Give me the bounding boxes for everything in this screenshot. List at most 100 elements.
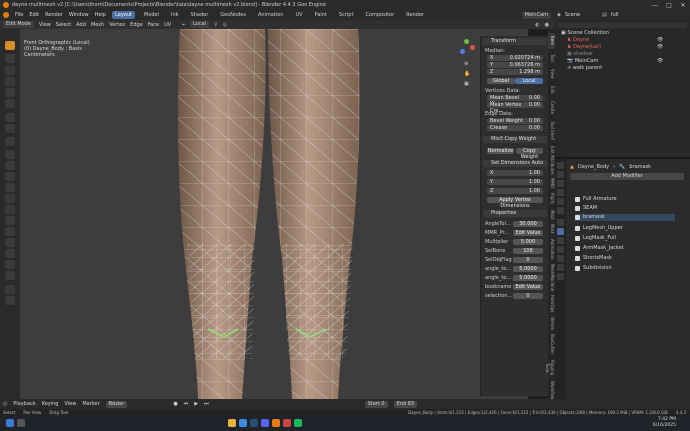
mode-selector[interactable]: Edit Mode [3,21,34,28]
multiplier-field[interactable]: 5.000 [513,239,543,245]
gizmo-y-axis[interactable] [464,39,469,44]
close-icon[interactable]: ✕ [676,0,690,10]
tab-mio3-b[interactable]: Mio3 [548,223,555,235]
timeline-keying[interactable]: Keying [42,401,59,407]
object-props-icon[interactable] [557,219,564,226]
tab-vertex[interactable]: Vertex [548,315,555,331]
menu-window[interactable]: Window [69,12,89,18]
add-modifier-button[interactable]: Add Modifier [570,173,684,180]
navigation-gizmo[interactable] [458,39,476,57]
snap-icon[interactable]: ⚲ [214,22,218,28]
timeline-view[interactable]: View [64,401,76,407]
camera-field[interactable]: MeinCam [521,11,551,19]
header-face[interactable]: Face [148,22,159,28]
tab-view[interactable]: View [548,67,555,81]
tab-edit-attributes[interactable]: Edit Attributes [548,145,555,175]
taskbar-clock[interactable]: 7:42 PM 6/16/2025 [653,417,676,429]
outliner-item-dayne-tail[interactable]: ♞ Dayne(tail) 👁 [567,44,690,51]
output-props-icon[interactable] [557,180,564,187]
outliner-item-shadow[interactable]: ▣ shadow [567,51,690,58]
modifier-expand-icon[interactable] [575,226,580,231]
modifier-row[interactable]: SEAM [575,205,675,212]
normalize-button[interactable]: Normalize [487,148,514,154]
tab-meshmachine[interactable]: MeshMachine [548,263,555,293]
workspace-tab-paint[interactable]: Paint [312,11,330,19]
spin-tool-icon[interactable] [5,216,15,225]
modifier-expand-icon[interactable] [575,206,580,211]
workspace-tab-compositor[interactable]: Compositor [362,11,397,19]
modifier-expand-icon[interactable] [575,266,580,271]
modifier-row[interactable]: LegMask_Full [575,235,675,242]
transform-tool-icon[interactable] [5,99,15,108]
scene-collection[interactable]: ▣ Scene Collection [561,30,686,37]
loop-cut-tool-icon[interactable] [5,183,15,192]
proportional-edit-icon[interactable]: ◎ [223,22,227,28]
tool-props-icon[interactable] [557,162,564,169]
median-y-field[interactable]: Y 0.063726 m [487,62,543,68]
knife-tool-icon[interactable] [5,194,15,203]
outliner-item-meincam[interactable]: 📷 MeinCam 👁 [567,58,690,65]
crease-field[interactable]: Crease 0.00 [487,125,543,131]
workspace-tab-model[interactable]: Model [141,11,162,19]
scene-field[interactable]: Scene [565,12,580,18]
modifier-row[interactable]: Subdivision [575,265,675,272]
3d-viewport[interactable]: ⊕ ✋ ▣ [20,29,528,399]
dim-y-field[interactable]: Y 1.00 [487,179,543,185]
workspace-tab-ink[interactable]: Ink [168,11,182,19]
workspace-tab-shader[interactable]: Shader [188,11,212,19]
sel-bone-field[interactable]: 108 [513,248,543,254]
angle-to-field[interactable]: 5.0000 [513,266,543,272]
bookname-field[interactable]: Edit Value [513,284,543,290]
gizmo-x-axis[interactable] [470,45,475,50]
start-frame-field[interactable]: Start 0 [364,400,388,408]
transform-orientation-dropdown[interactable]: Local [189,21,209,28]
workspace-tab-script[interactable]: Script [336,11,357,19]
workspace-tab-uv[interactable]: UV [292,11,305,19]
modifier-row[interactable]: Full Armature [575,196,675,203]
data-props-icon[interactable] [557,264,564,271]
modifier-expand-icon[interactable] [575,236,580,241]
rip-region-tool-icon[interactable] [5,271,15,280]
header-view[interactable]: View [39,22,51,28]
steam-icon[interactable] [250,419,258,427]
pan-icon[interactable]: ✋ [464,71,470,77]
timeline-editor-icon[interactable]: ◴ [3,401,7,407]
timeline-marker[interactable]: Marker [82,401,99,407]
outliner-item-dayne[interactable]: ♞ Dayne 👁 [567,37,690,44]
inset-tool-icon[interactable] [5,161,15,170]
header-vertex[interactable]: Vertex [109,22,125,28]
bevel-tool-icon[interactable] [5,172,15,181]
mean-bevel-weight-field[interactable]: Mean Bevel Wei...0.00 [487,95,543,107]
bevel-weight-field[interactable]: Bevel Weight 0.00 [487,118,543,124]
menu-render[interactable]: Render [45,12,63,18]
workspace-tab-render[interactable]: Render [403,11,427,19]
header-add[interactable]: Add [76,22,86,28]
search-icon[interactable] [17,419,25,427]
set-dimensions-header[interactable]: Set Dimensions Auto [483,160,547,167]
move-tool-icon[interactable] [5,66,15,75]
shear-tool-icon[interactable] [5,260,15,269]
menu-edit[interactable]: Edit [29,12,39,18]
world-props-icon[interactable] [557,207,564,214]
header-mesh[interactable]: Mesh [91,22,104,28]
viewlayer-field[interactable]: full [611,12,619,18]
tab-rigify[interactable]: Rigify [548,191,555,207]
global-toggle[interactable]: Global [487,78,515,84]
tab-animation[interactable]: Animation [548,237,555,261]
poly-build-tool-icon[interactable] [5,205,15,214]
workspace-tab-geonodes[interactable]: GeoNodes [217,11,249,19]
angle-to-field-2[interactable]: 5.0000 [513,275,543,281]
scene-props-icon[interactable] [557,198,564,205]
header-select[interactable]: Select [56,22,71,28]
modifier-expand-icon[interactable] [575,215,580,220]
visibility-eye-icon[interactable]: 👁 [657,44,663,51]
tab-edit[interactable]: Edit [548,83,555,97]
tab-boxcutter[interactable]: BoxCutter [548,333,555,355]
modifier-props-icon[interactable] [557,228,564,235]
header-uv[interactable]: UV [164,22,171,28]
play-icon[interactable]: ▶ [194,401,198,407]
render-props-icon[interactable] [557,171,564,178]
tab-rigging-tools[interactable]: Rigging Tools [545,357,555,379]
tab-mmd[interactable]: MMD [548,177,555,189]
minimize-icon[interactable]: — [648,0,662,10]
